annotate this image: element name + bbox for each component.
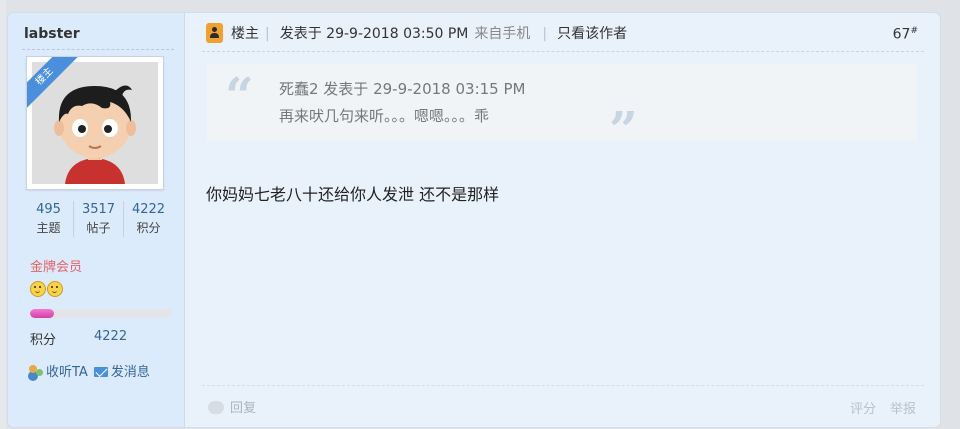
host-badge: 楼主 bbox=[27, 57, 80, 112]
posted-time: 发表于 29-9-2018 03:50 PM bbox=[279, 26, 469, 42]
quote-block: “ 死蠢2 发表于 29-9-2018 03:15 PM 再来吠几句来听。。。嗯… bbox=[207, 64, 917, 159]
host-icon bbox=[206, 23, 223, 43]
points-value: 4222 bbox=[94, 329, 128, 344]
author-stats: 495 主题 3517 帖子 4222 积分 bbox=[24, 199, 172, 239]
follow-button[interactable]: 收听TA bbox=[28, 361, 88, 380]
report-button[interactable]: 举报 bbox=[890, 398, 916, 417]
rate-button[interactable]: 评分 bbox=[850, 398, 876, 417]
stat-threads[interactable]: 495 主题 bbox=[24, 199, 73, 239]
post-main: 楼主 | 发表于 29-9-2018 03:50 PM 来自手机 | 只看该作者 67# … bbox=[184, 13, 940, 427]
reply-button[interactable]: 回复 bbox=[208, 397, 256, 416]
divider bbox=[202, 385, 924, 386]
author-sidebar: labster 楼主 495 主题 3517 帖子 4222 积分 金牌会员 积… bbox=[8, 13, 185, 427]
follow-icon bbox=[28, 363, 44, 379]
divider bbox=[202, 51, 924, 52]
post-header: 楼主 | 发表于 29-9-2018 03:50 PM 来自手机 | 只看该作者 bbox=[206, 23, 627, 45]
follow-label: 收听TA bbox=[46, 365, 88, 380]
stat-points[interactable]: 4222 积分 bbox=[124, 199, 173, 239]
quote-open-icon: “ bbox=[225, 66, 254, 125]
send-message-label: 发消息 bbox=[110, 365, 150, 380]
floor-number-value: 67 bbox=[892, 26, 911, 43]
rank-icons bbox=[30, 281, 64, 299]
stat-label: 帖子 bbox=[86, 221, 111, 235]
reply-label: 回复 bbox=[230, 401, 257, 416]
points-label: 积分 bbox=[30, 333, 57, 348]
avatar[interactable]: 楼主 bbox=[26, 56, 164, 190]
rank-title[interactable]: 金牌会员 bbox=[30, 256, 82, 275]
post-message: 你妈妈七老八十还给你人发泄 还不是那样 bbox=[206, 185, 500, 204]
quote-close-icon: ” bbox=[609, 100, 638, 159]
divider bbox=[22, 49, 174, 50]
stat-value: 4222 bbox=[131, 202, 166, 217]
divider: | bbox=[265, 26, 270, 42]
reply-icon bbox=[208, 401, 224, 414]
points-progress-bar bbox=[30, 309, 172, 318]
host-ribbon: 楼主 bbox=[27, 57, 87, 117]
progress-fill bbox=[30, 309, 55, 318]
smiley-icon bbox=[47, 281, 63, 297]
author-username[interactable]: labster bbox=[24, 26, 80, 42]
send-message-button[interactable]: 发消息 bbox=[93, 361, 150, 380]
stat-label: 主题 bbox=[36, 221, 61, 235]
author-actions: 收听TA 发消息 bbox=[28, 361, 156, 380]
stat-posts[interactable]: 3517 帖子 bbox=[74, 199, 123, 239]
stat-value: 495 bbox=[36, 202, 61, 217]
floor-number[interactable]: 67# bbox=[893, 26, 918, 43]
divider: | bbox=[542, 26, 548, 42]
page-edge bbox=[0, 0, 6, 429]
smiley-icon bbox=[30, 281, 46, 297]
stat-label: 积分 bbox=[136, 221, 161, 235]
floor-suffix: # bbox=[910, 26, 918, 36]
quote-meta: 死蠢2 发表于 29-9-2018 03:15 PM bbox=[279, 80, 526, 98]
mail-icon bbox=[93, 367, 108, 377]
only-author-link[interactable]: 只看该作者 bbox=[557, 26, 627, 42]
forum-post: labster 楼主 495 主题 3517 帖子 4222 积分 金牌会员 积… bbox=[8, 13, 940, 427]
quote-text: 再来吠几句来听。。。嗯嗯。。。乖 bbox=[279, 107, 490, 125]
stat-value: 3517 bbox=[81, 202, 116, 217]
post-source: 来自手机 bbox=[474, 26, 531, 42]
host-label: 楼主 bbox=[231, 26, 259, 42]
